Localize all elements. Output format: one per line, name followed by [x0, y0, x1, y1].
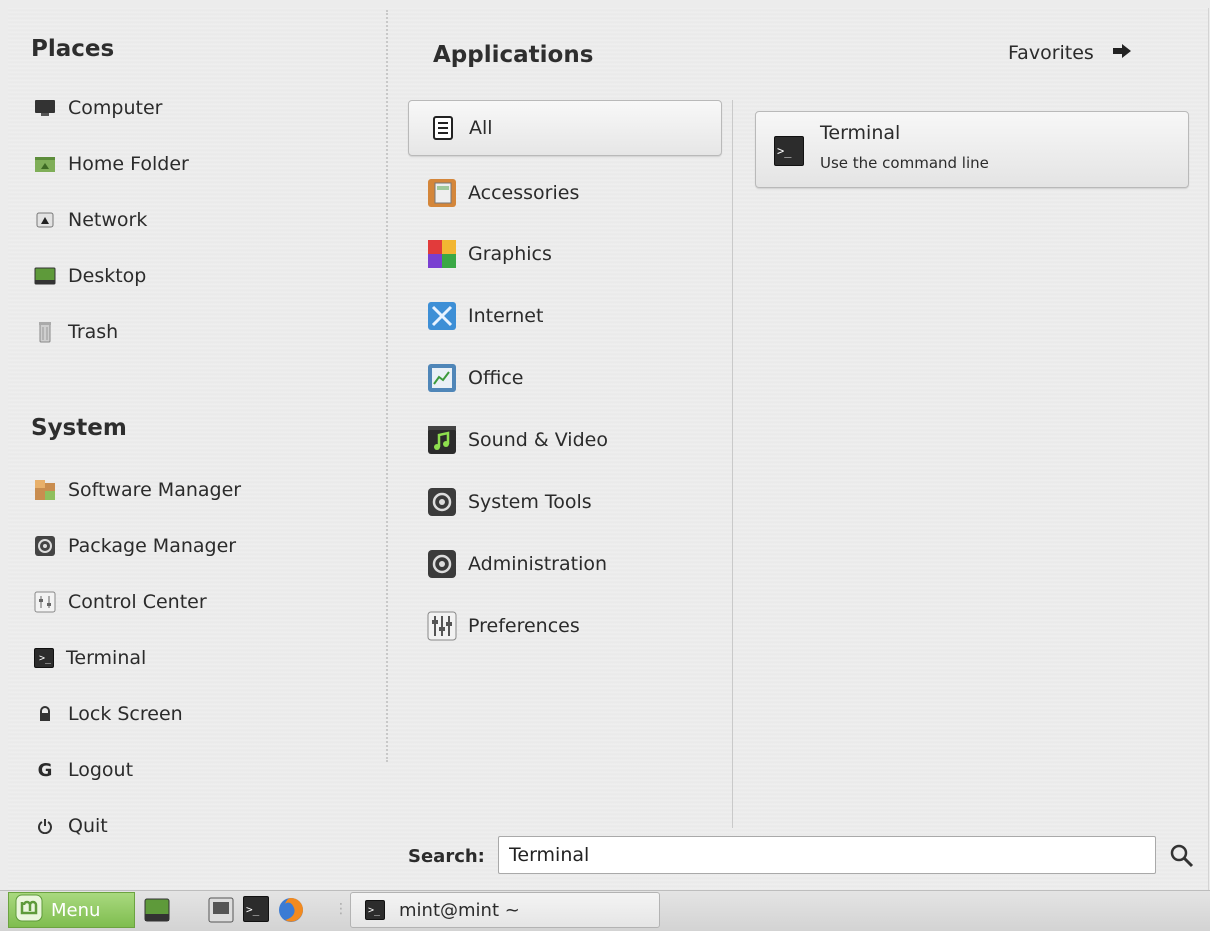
mint-logo-icon — [15, 894, 43, 927]
sound-video-icon — [426, 424, 458, 456]
window-label: mint@mint ~ — [399, 899, 520, 921]
show-desktop-button[interactable] — [143, 896, 171, 924]
category-office[interactable]: Office — [408, 351, 720, 405]
place-label: Home Folder — [68, 153, 189, 175]
separator-handle: ⋮ — [334, 901, 348, 917]
accessories-icon — [426, 177, 458, 209]
place-label: Desktop — [68, 265, 147, 287]
office-icon — [426, 362, 458, 394]
category-label: Internet — [468, 305, 544, 327]
taskbar: Menu >_ ⋮ >_ mint@mint ~ — [0, 890, 1210, 931]
terminal-icon: >_ — [774, 136, 804, 166]
home-folder-icon — [34, 153, 56, 175]
places-title: Places — [31, 36, 115, 62]
system-item-lock-screen[interactable]: Lock Screen — [34, 694, 183, 734]
search-label: Search: — [408, 846, 485, 867]
system-item-terminal[interactable]: >_ Terminal — [34, 638, 146, 678]
place-label: Trash — [68, 321, 119, 343]
start-menu: Places Computer Home Folder Network Desk… — [8, 8, 1209, 890]
category-label: Preferences — [468, 615, 580, 637]
place-label: Computer — [68, 97, 163, 119]
system-title: System — [31, 415, 127, 441]
category-label: Accessories — [468, 182, 580, 204]
category-label: Administration — [468, 553, 608, 575]
system-item-package-manager[interactable]: Package Manager — [34, 526, 236, 566]
trash-icon — [34, 321, 56, 343]
place-label: Network — [68, 209, 148, 231]
computer-icon — [34, 97, 56, 119]
favorites-label: Favorites — [1008, 42, 1094, 64]
category-internet[interactable]: Internet — [408, 289, 720, 343]
category-sound-video[interactable]: Sound & Video — [408, 413, 720, 467]
category-divider — [732, 100, 733, 828]
app-result-description: Use the command line — [820, 154, 989, 172]
firefox-icon[interactable] — [277, 896, 305, 924]
place-item-trash[interactable]: Trash — [34, 312, 118, 352]
all-icon — [427, 112, 459, 144]
menu-button[interactable]: Menu — [8, 892, 135, 928]
terminal-icon: >_ — [34, 648, 54, 668]
place-item-home-folder[interactable]: Home Folder — [34, 144, 189, 184]
place-item-network[interactable]: Network — [34, 200, 147, 240]
system-item-quit[interactable]: Quit — [34, 806, 108, 846]
system-label: Quit — [68, 815, 108, 837]
terminal-icon: >_ — [365, 900, 385, 920]
network-icon — [34, 209, 56, 231]
category-label: System Tools — [468, 491, 592, 513]
graphics-icon — [426, 238, 458, 270]
app-result-terminal[interactable]: >_ Terminal Use the command line — [755, 111, 1189, 188]
places-divider — [386, 10, 388, 762]
category-all[interactable]: All — [408, 100, 722, 156]
category-administration[interactable]: Administration — [408, 537, 720, 591]
system-label: Package Manager — [68, 535, 237, 557]
system-label: Terminal — [66, 647, 147, 669]
search-input[interactable] — [498, 836, 1156, 874]
system-item-software-manager[interactable]: Software Manager — [34, 470, 241, 510]
place-item-desktop[interactable]: Desktop — [34, 256, 146, 296]
category-preferences[interactable]: Preferences — [408, 599, 720, 653]
lock-icon — [34, 703, 56, 725]
applications-title: Applications — [433, 42, 594, 68]
logout-icon: G — [37, 759, 53, 781]
category-graphics[interactable]: Graphics — [408, 227, 720, 281]
system-label: Software Manager — [68, 479, 242, 501]
category-label: Office — [468, 367, 524, 389]
computer-launcher-icon[interactable] — [207, 896, 235, 924]
administration-icon — [426, 548, 458, 580]
system-tools-icon — [426, 486, 458, 518]
category-label: Graphics — [468, 243, 552, 265]
package-manager-icon — [34, 535, 56, 557]
app-result-name: Terminal — [820, 122, 901, 144]
place-item-computer[interactable]: Computer — [34, 88, 162, 128]
control-center-icon — [34, 591, 56, 613]
terminal-launcher-icon[interactable]: >_ — [243, 896, 269, 922]
system-item-logout[interactable]: G Logout — [34, 750, 133, 790]
favorites-button[interactable]: Favorites — [1008, 42, 1132, 64]
category-label: All — [469, 117, 493, 139]
preferences-icon — [426, 610, 458, 642]
software-manager-icon — [34, 479, 56, 501]
window-button-terminal[interactable]: >_ mint@mint ~ — [350, 892, 660, 928]
desktop-icon — [34, 265, 56, 287]
category-label: Sound & Video — [468, 429, 608, 451]
system-label: Control Center — [68, 591, 207, 613]
category-system-tools[interactable]: System Tools — [408, 475, 720, 529]
menu-label: Menu — [51, 899, 101, 921]
power-icon — [34, 815, 56, 837]
system-item-control-center[interactable]: Control Center — [34, 582, 207, 622]
category-accessories[interactable]: Accessories — [408, 166, 720, 220]
system-label: Logout — [68, 759, 134, 781]
internet-icon — [426, 300, 458, 332]
system-label: Lock Screen — [68, 703, 183, 725]
arrow-right-icon — [1112, 42, 1132, 64]
search-icon[interactable] — [1170, 844, 1194, 872]
